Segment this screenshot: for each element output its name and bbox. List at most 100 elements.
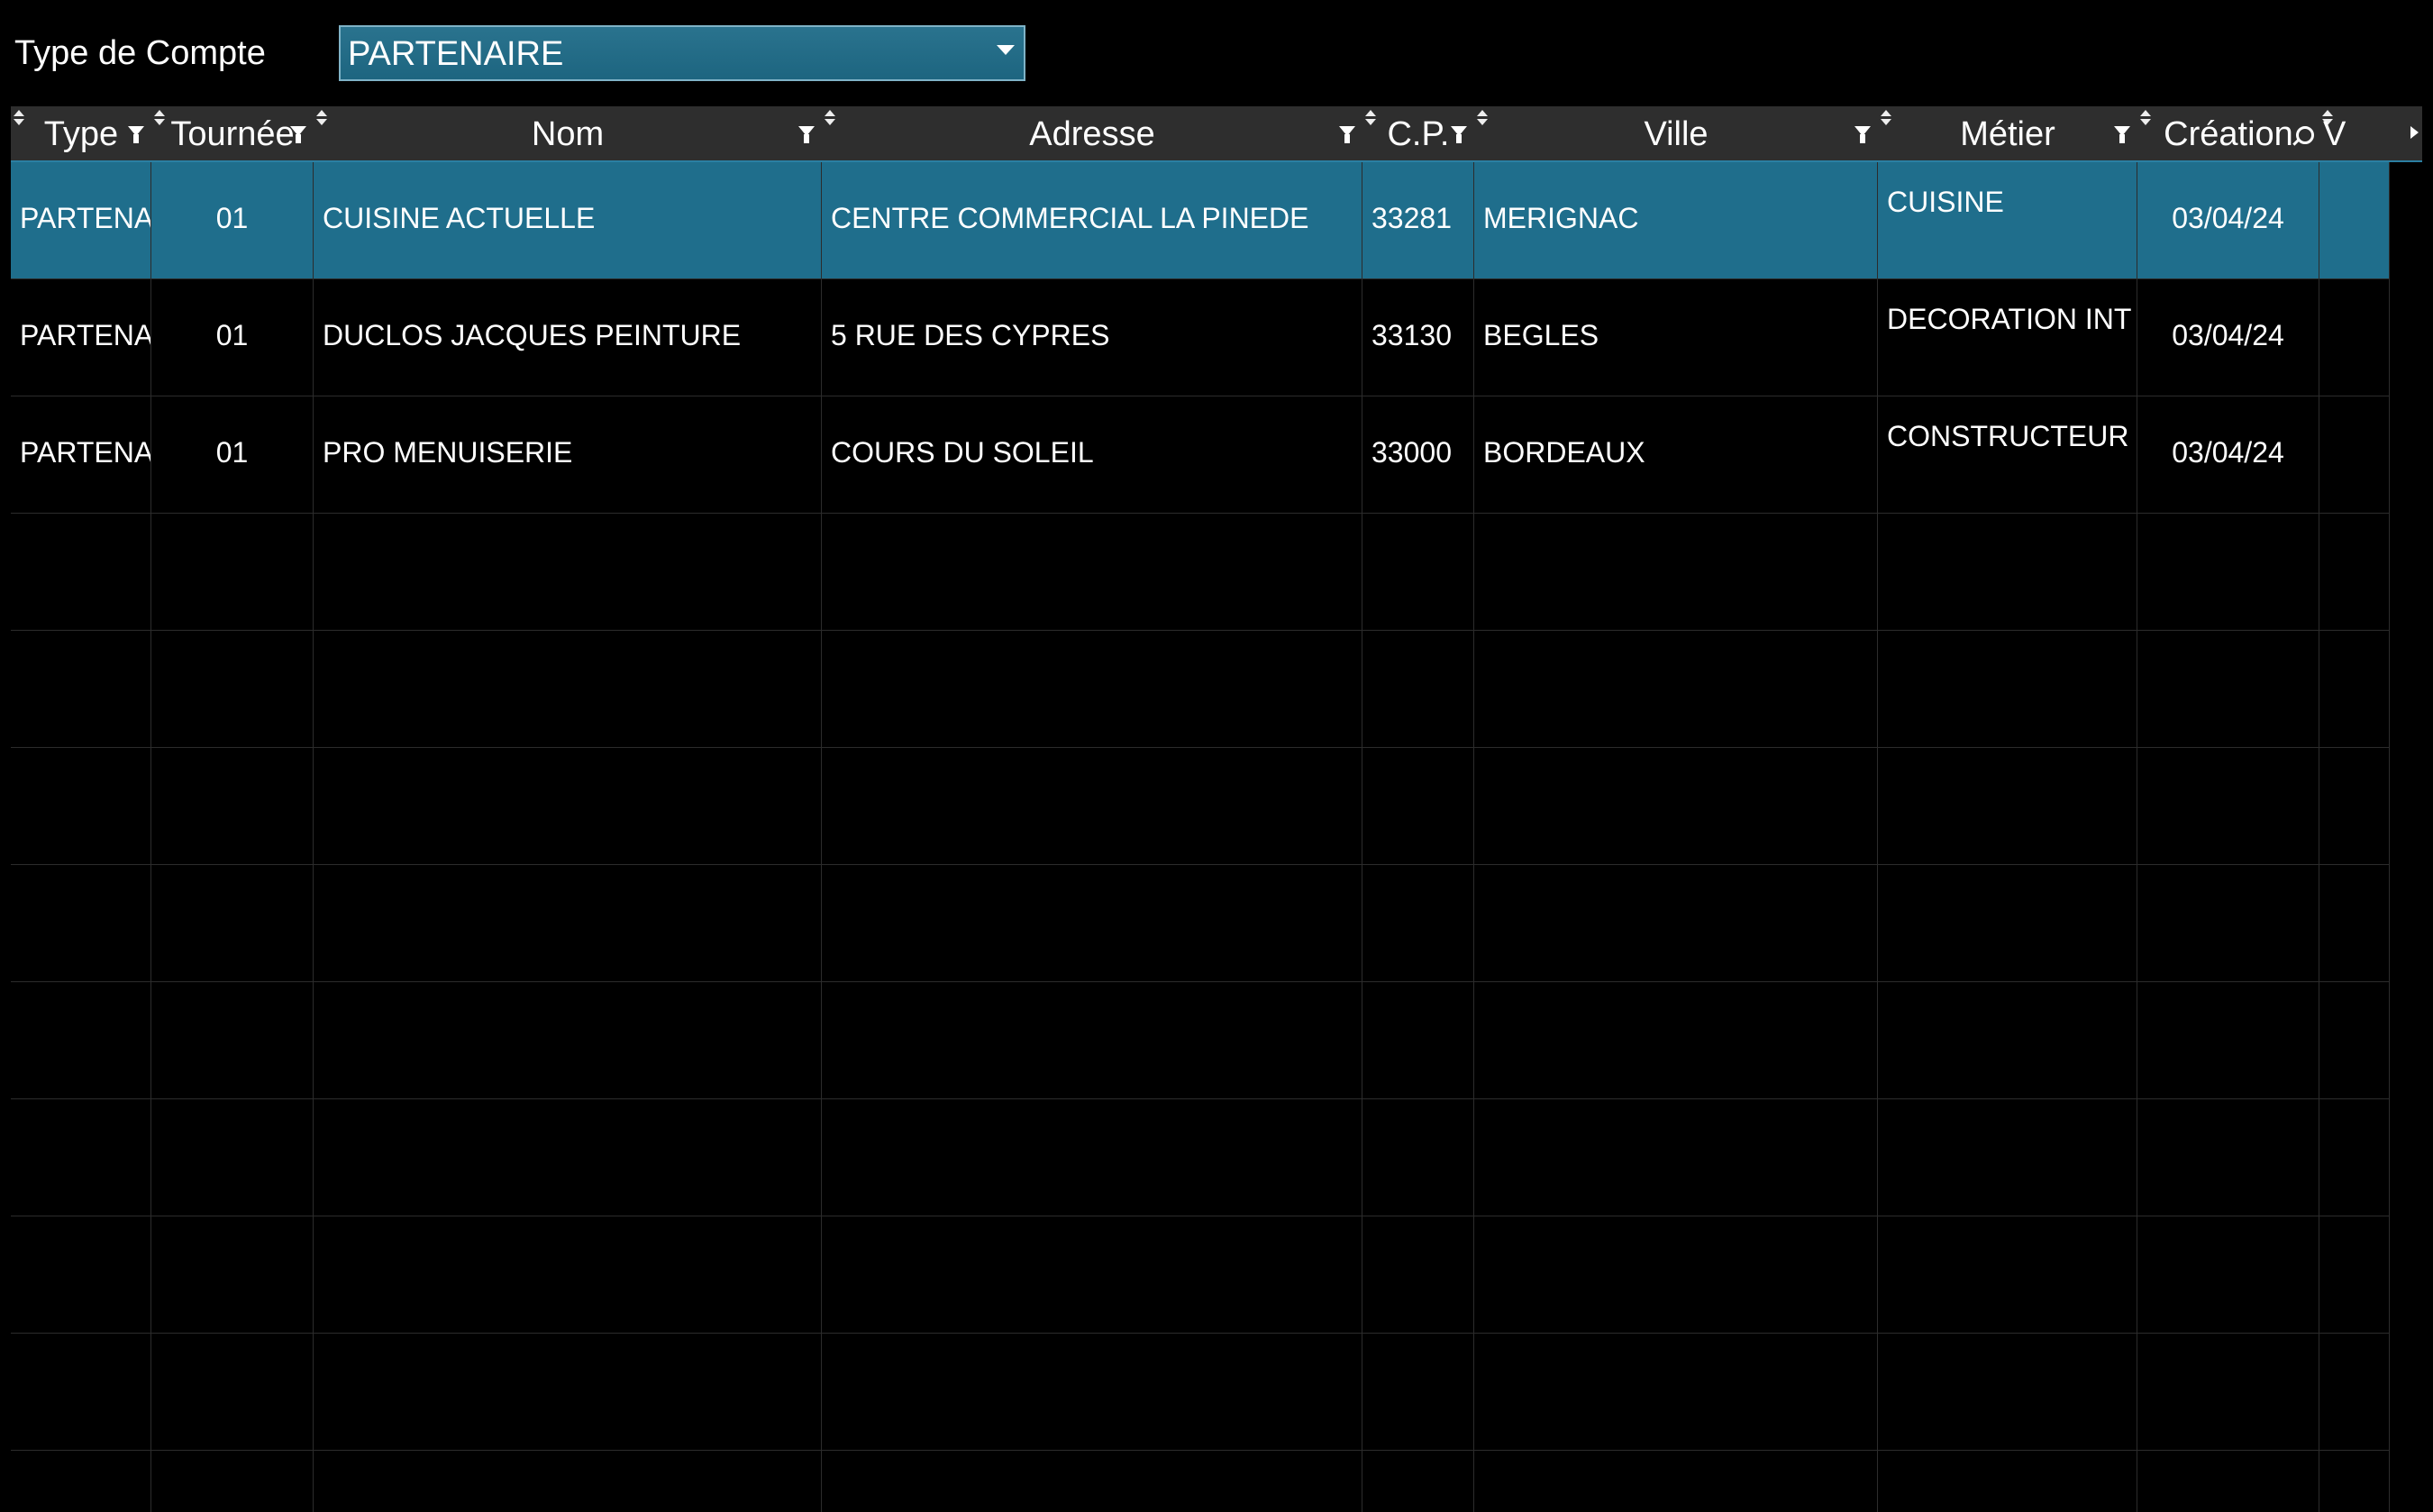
- table-row[interactable]: PARTENAIRE 01 PRO MENUISERIE COURS DU SOLEI…: [11, 396, 2390, 514]
- cell-adresse: [822, 748, 1362, 865]
- cell-type: [11, 982, 151, 1099]
- cell-text: MERIGNAC: [1483, 202, 1639, 234]
- grid-header: Type Tournée Nom Adresse C.P. Ville Métier Créa…: [11, 106, 2422, 162]
- cell-text: 01: [215, 319, 249, 351]
- cell-nom: [314, 631, 822, 748]
- cell-text: PARTENAIRE: [20, 202, 150, 234]
- cell-type: [11, 865, 151, 982]
- column-header-type[interactable]: Type: [11, 106, 151, 160]
- cell-ville: [1474, 514, 1878, 631]
- empty-row: [11, 748, 2390, 865]
- funnel-icon[interactable]: [1451, 126, 1467, 146]
- cell-type: [11, 514, 151, 631]
- cell-text: DECORATION INT: [1887, 303, 2132, 335]
- cell-text: 03/04/24: [2172, 202, 2284, 234]
- chevron-down-icon[interactable]: [997, 45, 1015, 55]
- cell-ville: MERIGNAC: [1474, 162, 1878, 279]
- cell-tournee: [151, 865, 314, 982]
- cell-adresse: [822, 865, 1362, 982]
- cell-v: [2319, 748, 2390, 865]
- cell-creation: 03/04/24: [2137, 279, 2319, 396]
- funnel-icon[interactable]: [128, 126, 144, 146]
- cell-tournee: [151, 1099, 314, 1216]
- empty-row: [11, 514, 2390, 631]
- cell-nom: DUCLOS JACQUES PEINTURE: [314, 279, 822, 396]
- column-header-adresse[interactable]: Adresse: [822, 106, 1362, 160]
- cell-v: [2319, 279, 2390, 396]
- empty-row: [11, 1334, 2390, 1451]
- arrow-right-icon[interactable]: [2410, 126, 2419, 139]
- cell-creation: [2137, 982, 2319, 1099]
- funnel-icon[interactable]: [1339, 126, 1355, 146]
- table-row[interactable]: PARTENAIRE 01 DUCLOS JACQUES PEINTURE 5 RUE…: [11, 279, 2390, 396]
- cell-tournee: [151, 631, 314, 748]
- empty-row: [11, 631, 2390, 748]
- empty-row: [11, 865, 2390, 982]
- column-header-cp[interactable]: C.P.: [1362, 106, 1474, 160]
- cell-text: 5 RUE DES CYPRES: [831, 319, 1110, 351]
- cell-metier: [1878, 1099, 2137, 1216]
- column-header-creation[interactable]: Création: [2137, 106, 2319, 160]
- cell-metier: [1878, 982, 2137, 1099]
- cell-ville: BEGLES: [1474, 279, 1878, 396]
- cell-type: [11, 1451, 151, 1512]
- cell-tournee: [151, 1334, 314, 1451]
- cell-adresse: [822, 1216, 1362, 1334]
- column-header-nom[interactable]: Nom: [314, 106, 822, 160]
- funnel-icon[interactable]: [290, 126, 306, 146]
- cell-text: CUISINE: [1887, 186, 2004, 218]
- cell-nom: [314, 865, 822, 982]
- column-header-v[interactable]: V: [2319, 106, 2422, 160]
- cell-nom: [314, 982, 822, 1099]
- cell-v: [2319, 631, 2390, 748]
- cell-v: [2319, 396, 2390, 514]
- cell-creation: [2137, 748, 2319, 865]
- column-header-tournee[interactable]: Tournée: [151, 106, 314, 160]
- cell-ville: [1474, 631, 1878, 748]
- cell-nom: [314, 748, 822, 865]
- cell-tournee: 01: [151, 162, 314, 279]
- table-row[interactable]: PARTENAIRE 01 CUISINE ACTUELLE CENTRE COMME…: [11, 162, 2390, 279]
- cell-cp: [1362, 1451, 1474, 1512]
- cell-text: COURS DU SOLEIL: [831, 436, 1094, 469]
- cell-text: CONSTRUCTEUR: [1887, 420, 2129, 452]
- cell-tournee: [151, 514, 314, 631]
- column-header-metier[interactable]: Métier: [1878, 106, 2137, 160]
- cell-nom: [314, 1451, 822, 1512]
- cell-cp: [1362, 865, 1474, 982]
- funnel-icon[interactable]: [2114, 126, 2130, 146]
- cell-type: [11, 631, 151, 748]
- cell-tournee: [151, 982, 314, 1099]
- cell-ville: [1474, 748, 1878, 865]
- cell-metier: [1878, 1334, 2137, 1451]
- cell-cp: [1362, 1334, 1474, 1451]
- cell-ville: [1474, 865, 1878, 982]
- cell-cp: 33130: [1362, 279, 1474, 396]
- cell-metier: [1878, 865, 2137, 982]
- cell-nom: [314, 1334, 822, 1451]
- cell-creation: [2137, 865, 2319, 982]
- cell-text: 33000: [1371, 436, 1452, 469]
- magnifier-icon[interactable]: [2296, 126, 2314, 144]
- cell-text: 01: [215, 202, 249, 234]
- cell-metier: [1878, 1451, 2137, 1512]
- cell-type: [11, 1334, 151, 1451]
- cell-adresse: CENTRE COMMERCIAL LA PINEDE: [822, 162, 1362, 279]
- cell-text: 03/04/24: [2172, 319, 2284, 351]
- funnel-icon[interactable]: [1854, 126, 1871, 146]
- account-type-select[interactable]: PARTENAIRE: [339, 25, 1025, 81]
- column-header-ville[interactable]: Ville: [1474, 106, 1878, 160]
- column-label: Adresse: [1029, 115, 1155, 153]
- cell-nom: PRO MENUISERIE: [314, 396, 822, 514]
- cell-type: [11, 1099, 151, 1216]
- cell-text: 33130: [1371, 319, 1452, 351]
- cell-tournee: 01: [151, 279, 314, 396]
- account-type-value: PARTENAIRE: [348, 35, 564, 73]
- funnel-icon[interactable]: [798, 126, 815, 146]
- cell-text: PARTENAIRE: [20, 319, 150, 351]
- accounts-grid: Type Tournée Nom Adresse C.P. Ville Métier Créa…: [11, 106, 2422, 1512]
- cell-metier: [1878, 514, 2137, 631]
- cell-text: PARTENAIRE: [20, 436, 150, 469]
- cell-adresse: [822, 982, 1362, 1099]
- cell-creation: 03/04/24: [2137, 162, 2319, 279]
